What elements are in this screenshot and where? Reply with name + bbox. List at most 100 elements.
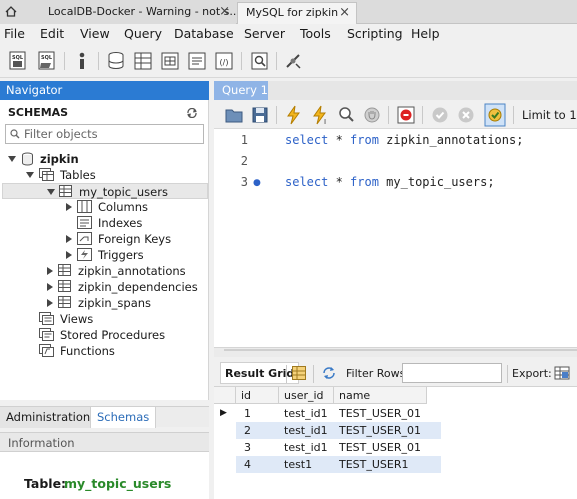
cell-user-id[interactable]: test_id1 [284,439,328,456]
editor-results-splitter[interactable] [214,347,577,357]
inspector-icon[interactable] [72,50,92,72]
expand-arrow-icon[interactable] [66,203,72,211]
cell-name[interactable]: TEST_USER_01 [339,439,421,456]
create-schema-icon[interactable] [106,50,126,72]
tree-views-folder[interactable]: Views [0,311,209,327]
cell-id[interactable]: 1 [244,405,251,422]
menu-view[interactable]: View [80,25,110,43]
window-tab-label: LocalDB-Docker - Warning - not s... [48,5,236,18]
indexes-icon [77,216,92,229]
info-table-prefix: Table: [24,476,67,491]
tab-administration[interactable]: Administration [0,407,97,428]
tree-table-my-topic-users[interactable]: my_topic_users [2,183,208,199]
menu-tools[interactable]: Tools [300,25,331,43]
tree-stored-procedures-folder[interactable]: Stored Procedures [0,327,209,343]
table-name: zipkin_annotations [78,264,186,278]
expand-arrow-icon[interactable] [47,267,53,275]
indexes-label: Indexes [98,216,143,230]
autocommit-icon[interactable] [484,103,506,127]
sql-keyword: from [350,175,379,189]
result-grid[interactable]: id user_id name ▶ 1 test_id1 TEST_USER_0… [214,387,577,499]
main-toolbar: SQL SQL (/) [0,44,577,78]
menu-server[interactable]: Server [244,25,285,43]
cell-user-id[interactable]: test1 [284,456,312,473]
reconnect-icon[interactable] [284,50,304,72]
cell-user-id[interactable]: test_id1 [284,405,328,422]
create-procedure-icon[interactable] [187,50,207,72]
menu-scripting[interactable]: Scripting [347,25,403,43]
stop-on-error-icon[interactable] [396,104,416,126]
explain-icon[interactable] [336,104,356,126]
refresh-schemas-icon[interactable] [186,108,198,118]
expand-arrow-icon[interactable] [47,299,53,307]
cell-name[interactable]: TEST_USER1 [339,456,409,473]
tree-foreign-keys[interactable]: Foreign Keys [0,231,209,247]
window-tab-localdb[interactable]: LocalDB-Docker - Warning - not s... × [0,2,236,24]
svg-text:(/): (/) [220,58,229,67]
cell-id[interactable]: 2 [244,422,251,439]
tab-schemas[interactable]: Schemas [90,407,157,428]
home-icon[interactable] [5,6,17,17]
tree-schema-zipkin[interactable]: zipkin [0,151,209,167]
menu-help[interactable]: Help [411,25,440,43]
tree-columns[interactable]: Columns [0,199,209,215]
close-tab-icon[interactable]: × [219,2,230,22]
cell-name[interactable]: TEST_USER_01 [339,422,421,439]
menu-database[interactable]: Database [174,25,234,43]
cell-id[interactable]: 4 [244,456,251,473]
grid-view-icon[interactable] [292,366,306,380]
filter-rows-input[interactable] [402,363,502,383]
filter-objects-input[interactable]: Filter objects [5,124,204,144]
refresh-results-icon[interactable] [322,366,336,380]
tree-table-zipkin-dependencies[interactable]: zipkin_dependencies [0,279,209,295]
create-table-icon[interactable] [133,50,153,72]
expand-arrow-icon[interactable] [26,172,34,178]
close-tab-icon[interactable]: × [339,3,350,23]
window-tab-mysql-zipkin[interactable]: MySQL for zipkin × [237,2,357,24]
execute-current-icon[interactable]: I [310,104,330,126]
results-toolbar: Result Grid Filter Rows: Export: [214,360,577,387]
tree-triggers[interactable]: Triggers [0,247,209,263]
tree-indexes[interactable]: Indexes [0,215,209,231]
line-number: 2 [240,154,248,168]
export-icon[interactable] [554,365,570,381]
stop-icon[interactable] [362,104,382,126]
execute-icon[interactable] [284,104,304,126]
create-function-icon[interactable]: (/) [214,50,234,72]
menu-query[interactable]: Query [124,25,162,43]
column-header-id[interactable]: id [236,387,279,404]
open-folder-icon[interactable] [224,104,244,126]
new-sql-tab-icon[interactable]: SQL [8,50,28,72]
cell-name[interactable]: TEST_USER_01 [339,405,421,422]
code-line-1: select * from zipkin_annotations; [285,133,523,147]
expand-arrow-icon[interactable] [8,156,16,162]
rollback-icon[interactable] [456,104,476,126]
open-sql-script-icon[interactable]: SQL [37,50,57,72]
menu-file[interactable]: File [4,25,25,43]
expand-arrow-icon[interactable] [47,283,53,291]
expand-arrow-icon[interactable] [47,189,55,195]
commit-icon[interactable] [430,104,450,126]
sql-keyword: select [285,133,329,147]
views-folder-icon [39,312,54,325]
save-icon[interactable] [250,104,270,126]
expand-arrow-icon[interactable] [66,251,72,259]
expand-arrow-icon[interactable] [66,235,72,243]
create-view-icon[interactable] [160,50,180,72]
cell-user-id[interactable]: test_id1 [284,422,328,439]
menu-edit[interactable]: Edit [40,25,64,43]
result-grid-button[interactable]: Result Grid [220,362,300,384]
row-header-corner [214,387,236,404]
search-table-data-icon[interactable] [250,50,270,72]
tree-table-zipkin-annotations[interactable]: zipkin_annotations [0,263,209,279]
column-header-user-id[interactable]: user_id [279,387,334,404]
sql-editor[interactable]: 1 select * from zipkin_annotations; 2 3 … [214,129,577,347]
schema-name: zipkin [40,152,79,166]
tree-table-zipkin-spans[interactable]: zipkin_spans [0,295,209,311]
limit-rows-select[interactable]: Limit to 100 [522,108,577,122]
tree-tables-folder[interactable]: Tables [0,167,209,183]
tree-functions-folder[interactable]: Functions [0,343,209,359]
cell-id[interactable]: 3 [244,439,251,456]
tab-query-1[interactable]: Query 1 [214,81,268,100]
column-header-name[interactable]: name [334,387,427,404]
